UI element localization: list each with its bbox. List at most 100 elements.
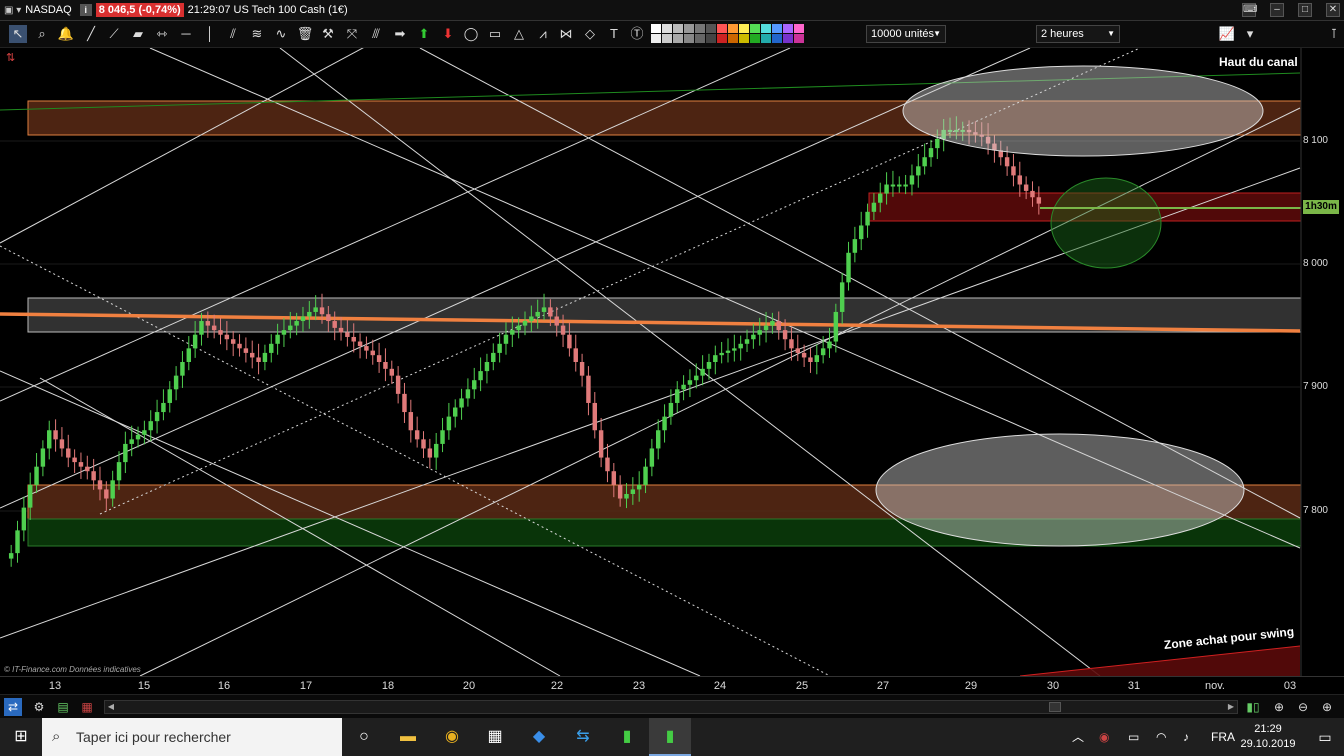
zoom-in-icon[interactable]: ⊕ — [1318, 698, 1336, 716]
keyboard-icon[interactable]: ⌨ — [1242, 3, 1257, 17]
color-swatch[interactable] — [673, 24, 683, 33]
chart-options-icon[interactable]: ⇅ — [6, 51, 15, 64]
eraser-icon[interactable]: ◇ — [581, 25, 599, 43]
color-swatch[interactable] — [772, 24, 782, 33]
color-swatch[interactable] — [750, 34, 760, 43]
tray-chevron-up-icon[interactable]: ︿ — [1072, 718, 1084, 756]
trendline-icon[interactable]: ╱ — [82, 25, 100, 43]
scroll-thumb[interactable] — [1049, 702, 1061, 712]
fibonacci-icon[interactable]: ≋ — [248, 25, 266, 43]
color-swatch[interactable] — [794, 24, 804, 33]
windows-start-icon[interactable]: ⊞ — [0, 718, 42, 756]
info-icon[interactable]: i — [79, 4, 92, 16]
task-view-icon[interactable]: ○ — [343, 718, 385, 756]
grid-icon[interactable]: ▦ — [78, 698, 96, 716]
arrow-right-icon[interactable]: ➡ — [391, 25, 409, 43]
text-icon[interactable]: T — [605, 25, 623, 43]
rectangle-icon[interactable]: ▭ — [486, 25, 504, 43]
volume-icon[interactable]: ♪ — [1183, 718, 1189, 756]
color-swatch[interactable] — [783, 24, 793, 33]
bottom-ellipse[interactable] — [875, 433, 1245, 547]
maximize-icon[interactable]: □ — [1298, 3, 1312, 17]
arrow-down-icon[interactable]: ⬇ — [439, 25, 457, 43]
color-swatch[interactable] — [695, 34, 705, 43]
color-swatch[interactable] — [684, 24, 694, 33]
color-swatch[interactable] — [695, 24, 705, 33]
delete-icon[interactable]: 🗑 — [296, 25, 314, 43]
color-swatch[interactable] — [717, 24, 727, 33]
color-swatch[interactable] — [684, 34, 694, 43]
chart-canvas[interactable] — [0, 48, 1344, 676]
notifications-icon[interactable]: ▭ — [1306, 718, 1344, 756]
trading-app-icon[interactable]: ▮ — [606, 718, 648, 756]
language-indicator[interactable]: FRA — [1211, 718, 1235, 756]
color-swatch[interactable] — [783, 34, 793, 43]
teamviewer-icon[interactable]: ⇆ — [562, 718, 604, 756]
calculator-icon[interactable]: ▦ — [474, 718, 516, 756]
color-swatch[interactable] — [794, 34, 804, 43]
chart-type-icon[interactable]: ▮▯ — [1244, 698, 1262, 716]
clock[interactable]: 21:29 29.10.2019 — [1238, 722, 1298, 752]
battery-icon[interactable]: ▭ — [1128, 718, 1139, 756]
cursor-icon[interactable]: ↖ — [9, 25, 27, 43]
color-swatch[interactable] — [739, 24, 749, 33]
wave-icon[interactable]: ∿ — [272, 25, 290, 43]
ray-icon[interactable]: ⟋ — [105, 25, 123, 43]
crosshair-icon[interactable]: ⤧ — [343, 25, 361, 43]
tray-app-icon[interactable]: ◉ — [1099, 718, 1109, 756]
color-swatch[interactable] — [651, 24, 661, 33]
scroll-right-icon[interactable]: ▶ — [1225, 701, 1237, 713]
top-ellipse[interactable] — [902, 65, 1264, 157]
target-ellipse[interactable] — [1050, 177, 1162, 269]
parallel-lines-icon[interactable]: ⫻ — [367, 25, 385, 43]
zoom-icon[interactable]: ⌕ — [33, 25, 51, 43]
color-swatch[interactable] — [662, 34, 672, 43]
pattern-icon[interactable]: ⋈ — [557, 25, 575, 43]
minimize-icon[interactable]: – — [1270, 3, 1284, 17]
horizontal-line-icon[interactable]: ─ — [177, 25, 195, 43]
chrome-icon[interactable]: ◉ — [431, 718, 473, 756]
color-swatch[interactable] — [673, 34, 683, 43]
color-swatch[interactable] — [728, 34, 738, 43]
arrow-up-icon[interactable]: ⬆ — [415, 25, 433, 43]
units-select[interactable]: 10000 unités ▼ — [866, 25, 946, 43]
ellipse-icon[interactable]: ◯ — [462, 25, 480, 43]
alert-bell-icon[interactable]: 🔔 — [57, 25, 75, 43]
color-swatch[interactable] — [728, 24, 738, 33]
color-swatch[interactable] — [761, 24, 771, 33]
triangle-icon[interactable]: △ — [510, 25, 528, 43]
color-swatch[interactable] — [651, 34, 661, 43]
dropbox-icon[interactable]: ◆ — [518, 718, 560, 756]
pin-icon[interactable]: ⊺ — [1325, 25, 1343, 43]
trading-app-active-icon[interactable]: ▮ — [649, 718, 691, 756]
window-menu-icon[interactable]: ▣ ▾ — [4, 5, 21, 16]
channel-icon[interactable]: ⫽ — [224, 25, 242, 43]
color-swatch[interactable] — [739, 34, 749, 43]
zigzag-icon[interactable]: ⩘ — [534, 25, 552, 43]
ruler-icon[interactable]: ▰ — [129, 25, 147, 43]
color-swatch[interactable] — [706, 34, 716, 43]
timeframe-select[interactable]: 2 heures ▼ — [1036, 25, 1120, 43]
taskbar-search[interactable]: ⌕ Taper ici pour rechercher — [42, 718, 342, 756]
layout-icon[interactable]: ▤ — [54, 698, 72, 716]
color-swatch[interactable] — [717, 34, 727, 43]
settings-icon[interactable]: ⚙ — [30, 698, 48, 716]
tools-icon[interactable]: ⚒ — [319, 25, 337, 43]
color-swatch[interactable] — [662, 24, 672, 33]
color-swatch[interactable] — [772, 34, 782, 43]
chart-scrollbar[interactable]: ◀ ▶ — [104, 700, 1238, 714]
zoom-out-icon[interactable]: ⊖ — [1294, 698, 1312, 716]
instrument-name[interactable]: NASDAQ — [25, 4, 71, 16]
horizontal-segment-icon[interactable]: ⇿ — [153, 25, 171, 43]
price-chart[interactable]: ⇅ Haut du canal Zone achat pour swing 8 … — [0, 48, 1344, 676]
chevron-down-icon[interactable]: ▾ — [1241, 25, 1259, 43]
scroll-left-icon[interactable]: ◀ — [105, 701, 117, 713]
vertical-line-icon[interactable]: │ — [201, 25, 219, 43]
close-icon[interactable]: ✕ — [1326, 3, 1340, 17]
file-explorer-icon[interactable]: ▬ — [387, 718, 429, 756]
color-swatch[interactable] — [750, 24, 760, 33]
zoom-fit-icon[interactable]: ⊕ — [1270, 698, 1288, 716]
wifi-icon[interactable]: ◠ — [1156, 718, 1166, 756]
color-swatch[interactable] — [761, 34, 771, 43]
share-icon[interactable]: ⇄ — [4, 698, 22, 716]
